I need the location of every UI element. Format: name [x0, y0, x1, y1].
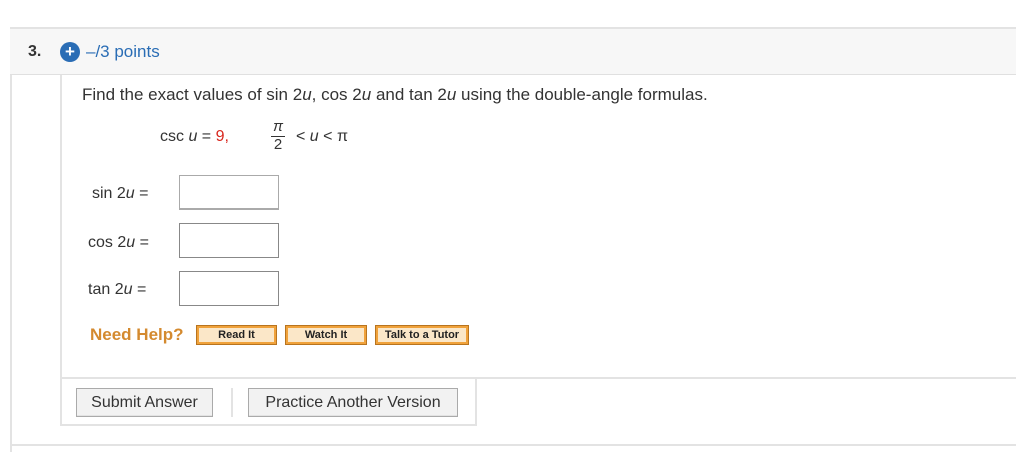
question-prompt: Find the exact values of sin 2u, cos 2u … [82, 85, 708, 105]
tan-2u-input[interactable] [179, 271, 279, 306]
prompt-text: and tan 2 [371, 85, 447, 104]
prompt-text: using the double-angle formulas. [456, 85, 708, 104]
answer-label-cos: cos 2u = [88, 234, 149, 252]
button-divider [231, 388, 233, 417]
answer-var: u [126, 234, 136, 251]
given-eq: = [197, 128, 216, 145]
answer-label-sin: sin 2u = [92, 185, 149, 203]
question-header [10, 29, 1016, 75]
answer-func: sin 2 [92, 185, 126, 202]
answer-eq: = [135, 234, 149, 251]
read-it-label: Read It [199, 328, 274, 342]
given-lhs: csc [160, 128, 189, 145]
plus-icon[interactable]: + [60, 42, 80, 62]
answer-func: tan 2 [88, 281, 124, 298]
watch-it-button[interactable]: Watch It [285, 325, 367, 345]
answer-eq: = [132, 281, 147, 298]
talk-to-tutor-label: Talk to a Tutor [378, 328, 466, 342]
points-label: –/3 points [86, 42, 160, 61]
prompt-var: u [302, 85, 312, 104]
prompt-var: u [361, 85, 372, 104]
pi-over-two-fraction: π2 [271, 119, 285, 153]
submit-answer-button[interactable]: Submit Answer [76, 388, 213, 417]
answer-var: u [125, 185, 135, 202]
fraction-numerator: π [272, 118, 284, 135]
prompt-text: , cos 2 [311, 85, 362, 104]
given-value: 9, [215, 128, 229, 145]
practice-another-version-button[interactable]: Practice Another Version [248, 388, 458, 417]
prompt-var: u [446, 85, 457, 104]
cos-2u-input[interactable] [179, 223, 279, 258]
answer-var: u [123, 281, 133, 298]
question-number: 3. [28, 43, 42, 60]
prompt-text: Find the exact values of sin 2 [82, 85, 303, 104]
talk-to-tutor-button[interactable]: Talk to a Tutor [375, 325, 469, 345]
given-condition: csc u = 9, [160, 128, 229, 146]
read-it-button[interactable]: Read It [196, 325, 277, 345]
sin-2u-input[interactable] [179, 175, 279, 210]
ineq-lt: < [296, 128, 310, 145]
need-help-label: Need Help? [90, 325, 184, 344]
fraction-denominator: 2 [273, 136, 283, 153]
watch-it-label: Watch It [288, 328, 364, 342]
ineq-upper: < π [318, 128, 348, 145]
answer-label-tan: tan 2u = [88, 281, 146, 299]
answer-eq: = [134, 185, 149, 202]
ineq-var: u [309, 128, 319, 145]
next-question-edge [10, 444, 1016, 452]
answer-func: cos 2 [88, 234, 127, 251]
given-inequality: < u < π [296, 128, 348, 146]
